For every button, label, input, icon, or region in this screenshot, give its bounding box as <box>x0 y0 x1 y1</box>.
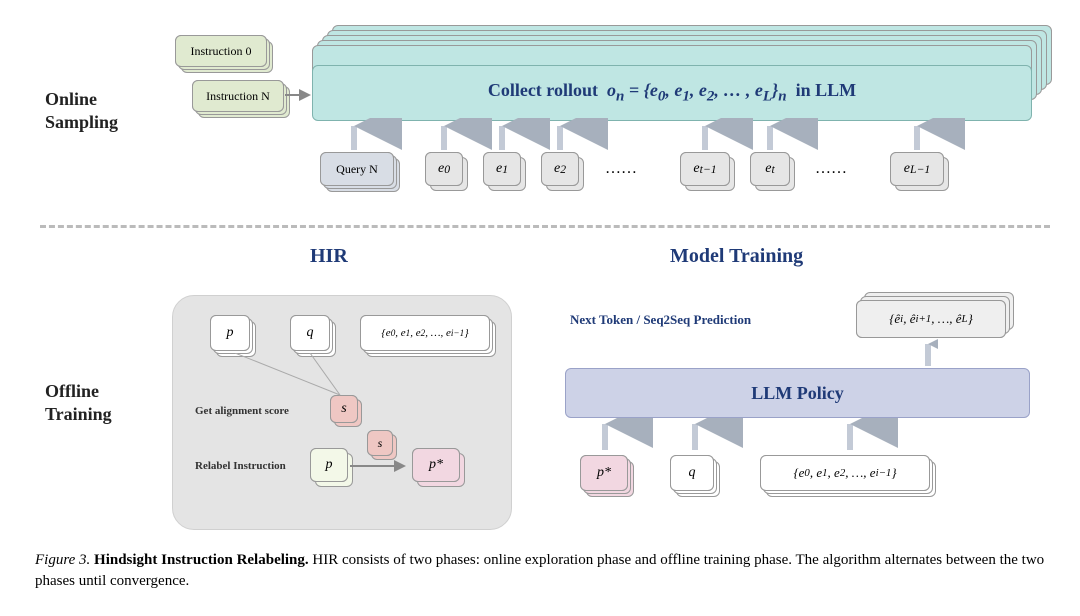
rollout-text: Collect rollout on = {e0, e1, e2, … , eL… <box>488 80 856 106</box>
instruction-0-card: Instruction 0 <box>175 35 267 67</box>
output-arrow <box>918 338 938 368</box>
pstar2-card: p* <box>580 455 628 491</box>
ellipsis-1: …… <box>605 160 637 178</box>
align-arrow <box>230 353 350 398</box>
elm1-card: eL−1 <box>890 152 944 186</box>
offline-training-label: Offline Training <box>45 380 112 427</box>
get-alignment-label: Get alignment score <box>195 405 289 417</box>
q-card: q <box>290 315 330 351</box>
s1-card: s <box>330 395 358 423</box>
e1-card: e1 <box>483 152 521 186</box>
e0-card: e0 <box>425 152 463 186</box>
s2-card: s <box>367 430 393 456</box>
rollout-banner: Collect rollout on = {e0, e1, e2, … , eL… <box>312 65 1032 121</box>
relabel-arrow <box>348 456 410 476</box>
p2-card: p <box>310 448 348 482</box>
pstar-card: p* <box>412 448 460 482</box>
hir-heading: HIR <box>310 245 348 268</box>
next-token-label: Next Token / Seq2Seq Prediction <box>570 312 751 328</box>
p-card: p <box>210 315 250 351</box>
output-seq-card: {êi, êi+1, …, êL} <box>856 300 1006 338</box>
online-sampling-label: Online Sampling <box>45 88 118 135</box>
relabel-label: Relabel Instruction <box>195 460 286 472</box>
e2-card: e2 <box>541 152 579 186</box>
input-arrows <box>565 418 1030 454</box>
token-arrows <box>312 118 1032 154</box>
seq-card: {e0, e1, e2, …, ei−1} <box>360 315 490 351</box>
etm1-card: et−1 <box>680 152 730 186</box>
ellipsis-2: …… <box>815 160 847 178</box>
figure-caption: Figure 3. Hindsight Instruction Relabeli… <box>35 550 1045 592</box>
et-card: et <box>750 152 790 186</box>
model-training-heading: Model Training <box>670 245 803 268</box>
llm-policy-bar: LLM Policy <box>565 368 1030 418</box>
query-n-card: Query N <box>320 152 394 186</box>
q2-card: q <box>670 455 714 491</box>
instruction-n-card: Instruction N <box>192 80 284 112</box>
phase-divider <box>40 225 1050 228</box>
input-seq-card: {e0, e1, e2, …, ei−1} <box>760 455 930 491</box>
